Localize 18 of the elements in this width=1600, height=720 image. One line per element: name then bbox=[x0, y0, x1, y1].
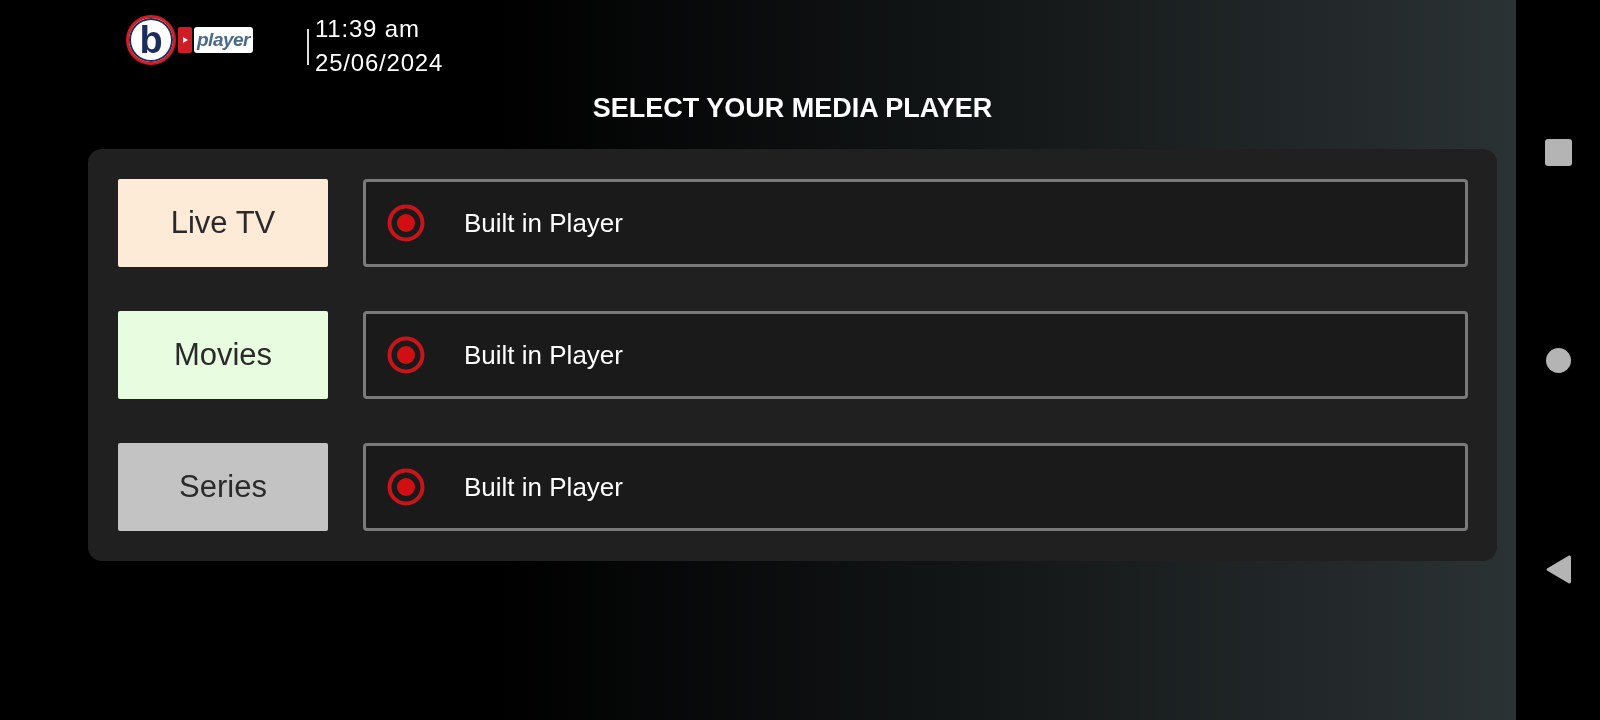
square-icon[interactable] bbox=[1544, 139, 1572, 166]
radio-button[interactable] bbox=[387, 204, 425, 242]
player-option[interactable]: Built in Player bbox=[363, 443, 1468, 531]
time-text: 11:39 am bbox=[315, 14, 421, 44]
back-icon[interactable] bbox=[1545, 555, 1571, 584]
logo-badge: b bbox=[126, 15, 176, 65]
player-option[interactable]: Built in Player bbox=[363, 311, 1468, 399]
home-icon[interactable] bbox=[1545, 348, 1571, 373]
date-text: 25/06/2024 bbox=[315, 48, 444, 78]
category-button[interactable]: Series bbox=[118, 443, 328, 531]
logo-wordmark: player bbox=[194, 27, 253, 53]
play-icon bbox=[178, 27, 192, 53]
radio-button[interactable] bbox=[387, 336, 425, 374]
page-title: SELECT YOUR MEDIA PLAYER bbox=[591, 92, 994, 124]
category-button[interactable]: Live TV bbox=[118, 179, 328, 267]
radio-button[interactable] bbox=[387, 468, 425, 506]
category-button[interactable]: Movies bbox=[118, 311, 328, 399]
player-option[interactable]: Built in Player bbox=[363, 179, 1468, 267]
